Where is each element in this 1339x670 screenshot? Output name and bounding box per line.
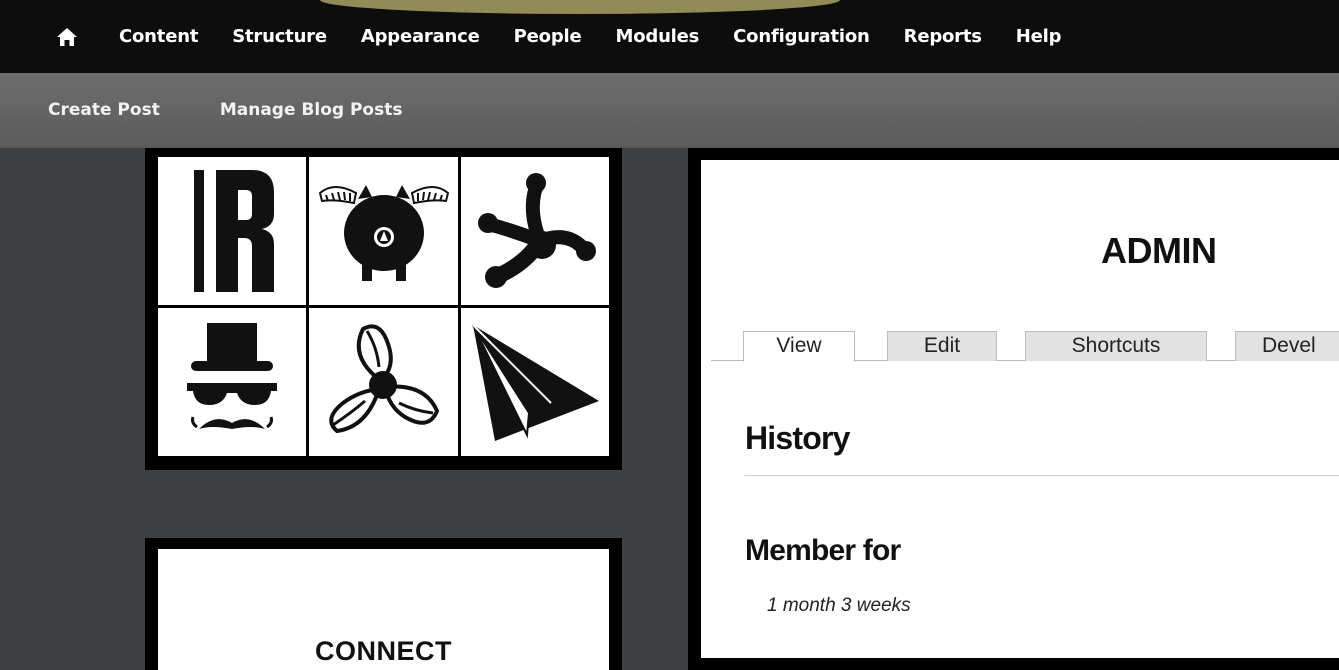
member-for-value: 1 month 3 weeks — [767, 595, 911, 616]
shortcut-manage-blog-posts[interactable]: Manage Blog Posts — [190, 100, 433, 120]
r-letter-icon — [194, 170, 274, 292]
shortcut-bar: Create Post Manage Blog Posts — [0, 73, 1339, 148]
logo-block — [145, 148, 622, 470]
paper-plane-icon — [472, 324, 599, 441]
menu-item-people[interactable]: People — [497, 26, 599, 47]
frog-foot-icon — [478, 173, 596, 288]
tab-edit[interactable]: Edit — [887, 331, 997, 361]
winged-pig-icon — [318, 185, 449, 281]
connect-title: CONNECT — [315, 636, 452, 666]
logo-tile[interactable] — [309, 308, 458, 456]
tab-shortcuts[interactable]: Shortcuts — [1025, 331, 1207, 361]
admin-toolbar: Content Structure Appearance People Modu… — [0, 0, 1339, 73]
toolbar-menu: Content Structure Appearance People Modu… — [87, 0, 1078, 73]
logo-tile[interactable] — [158, 157, 306, 305]
page-title: ADMIN — [1101, 230, 1217, 271]
connect-panel: CONNECT — [158, 549, 609, 670]
menu-item-structure[interactable]: Structure — [215, 26, 344, 47]
member-for-label: Member for — [745, 534, 901, 567]
section-divider — [745, 475, 1339, 476]
logo-tile[interactable] — [461, 308, 609, 456]
logo-tile[interactable] — [309, 157, 458, 305]
connect-block: CONNECT — [145, 538, 622, 670]
menu-item-configuration[interactable]: Configuration — [716, 26, 886, 47]
main-content: ADMIN View Edit Shortcuts Devel History … — [701, 160, 1339, 658]
tab-devel[interactable]: Devel — [1235, 331, 1339, 361]
menu-item-help[interactable]: Help — [999, 26, 1079, 47]
home-button[interactable] — [47, 17, 87, 57]
menu-item-reports[interactable]: Reports — [887, 26, 999, 47]
logo-tile[interactable] — [461, 157, 609, 305]
tab-bar: View Edit Shortcuts Devel — [711, 323, 1339, 362]
shortcut-create-post[interactable]: Create Post — [0, 100, 190, 120]
top-hat-mustache-icon — [187, 323, 277, 429]
main-content-block: ADMIN View Edit Shortcuts Devel History … — [688, 148, 1339, 670]
menu-item-modules[interactable]: Modules — [599, 26, 717, 47]
menu-item-content[interactable]: Content — [87, 26, 215, 47]
home-icon — [57, 27, 77, 46]
tab-view[interactable]: View — [743, 331, 855, 362]
logo-grid — [158, 157, 609, 458]
propeller-icon — [328, 324, 439, 434]
history-heading: History — [745, 420, 850, 456]
menu-item-appearance[interactable]: Appearance — [344, 26, 497, 47]
logo-tile[interactable] — [158, 308, 306, 456]
